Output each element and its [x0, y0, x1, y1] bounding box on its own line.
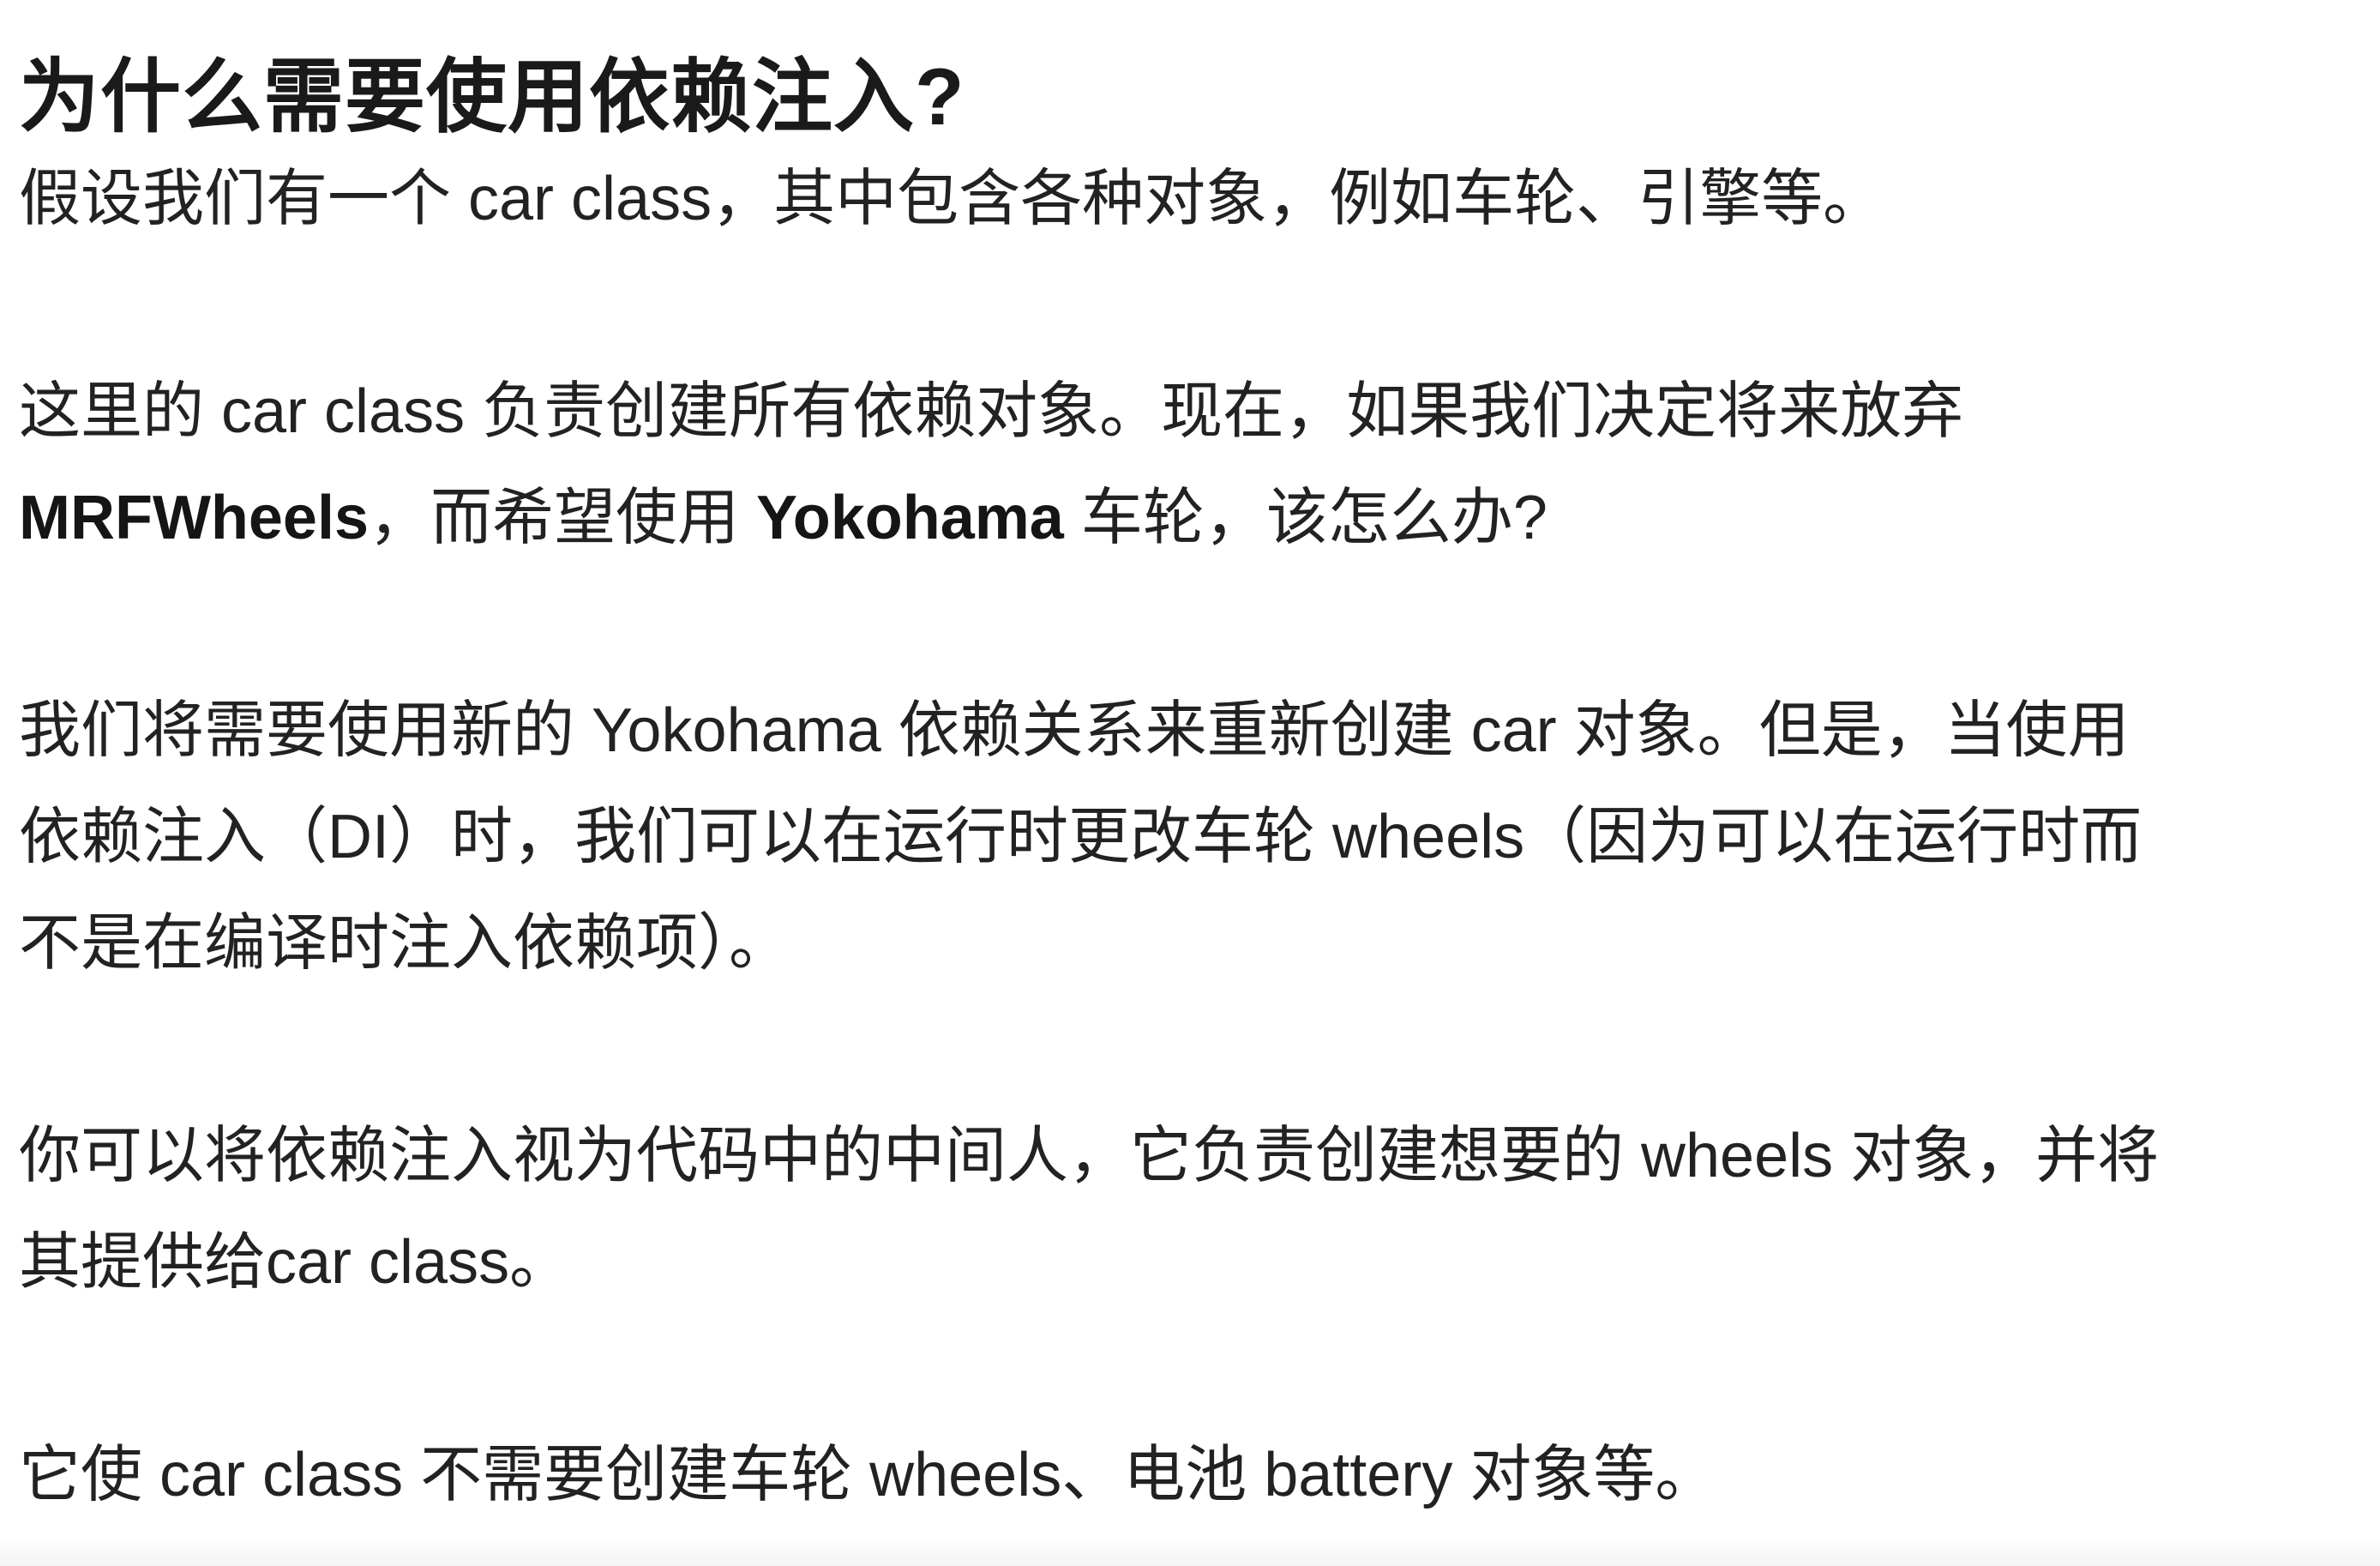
paragraph-3-line-3: 不是在编译时注入依赖项）。 — [19, 909, 791, 978]
paragraph-2-line-1: 这里的 car class 负责创建所有依赖对象。现在，如果我们决定将来放弃 — [19, 377, 1964, 446]
page-title: 为什么需要使用依赖注入? — [19, 51, 965, 142]
paragraph-4-line-2: 其提供给car class。 — [19, 1228, 572, 1297]
paragraph-3: 我们将需要使用新的 Yokohama 依赖关系来重新创建 car 对象。但是，当… — [19, 678, 2354, 997]
paragraph-2-line-2: MRFWheels，而希望使用 Yokohama 车轮，该怎么办? — [19, 465, 2354, 571]
paragraph-1: 假设我们有一个 car class，其中包含各种对象，例如车轮、引擎等。 — [19, 146, 2354, 252]
paragraph-5: 它使 car class 不需要创建车轮 wheels、电池 battery 对… — [19, 1422, 2354, 1528]
paragraph-4-line-1: 你可以将依赖注入视为代码中的中间人，它负责创建想要的 wheels 对象，并将 — [19, 1122, 2160, 1190]
paragraph-2-text-end: 车轮，该怎么办? — [1063, 484, 1548, 552]
document-page: 为什么需要使用依赖注入? 假设我们有一个 car class，其中包含各种对象，… — [0, 0, 2380, 1566]
paragraph-4: 你可以将依赖注入视为代码中的中间人，它负责创建想要的 wheels 对象，并将 … — [19, 1103, 2354, 1316]
bold-term-yokohama: Yokohama — [756, 484, 1064, 552]
paragraph-2: 这里的 car class 负责创建所有依赖对象。现在，如果我们决定将来放弃 M… — [19, 358, 2354, 571]
paragraph-3-line-1: 我们将需要使用新的 Yokohama 依赖关系来重新创建 car 对象。但是，当… — [19, 696, 2130, 765]
paragraph-3-line-2: 依赖注入（DI）时，我们可以在运行时更改车轮 wheels（因为可以在运行时而 — [19, 803, 2143, 871]
paragraph-1-line-1: 假设我们有一个 car class，其中包含各种对象，例如车轮、引擎等。 — [19, 165, 1885, 233]
bold-term-mrfwheels: MRFWheels — [19, 484, 370, 552]
paragraph-2-text: ，而希望使用 — [369, 484, 757, 552]
paragraph-5-line-1: 它使 car class 不需要创建车轮 wheels、电池 battery 对… — [19, 1441, 1717, 1509]
